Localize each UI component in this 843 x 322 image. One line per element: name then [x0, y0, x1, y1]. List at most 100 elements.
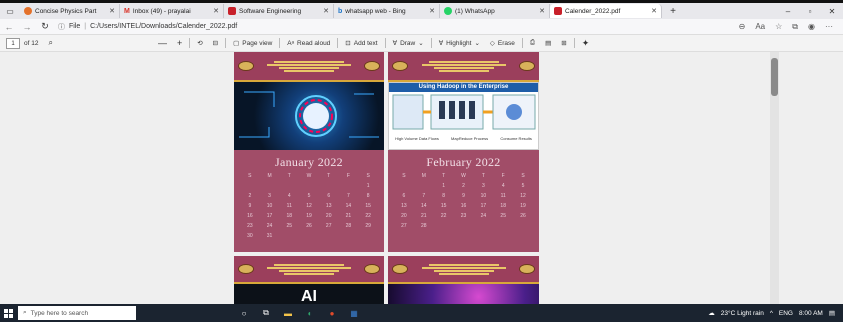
calendar-day	[319, 182, 339, 190]
calendar-day: 26	[520, 213, 526, 219]
save-as-icon[interactable]: ⊞	[556, 39, 571, 47]
tab-whatsapp[interactable]: (1) WhatsApp ✕	[440, 4, 550, 18]
calendar-day: 18	[286, 213, 293, 219]
calendar-day: 19	[520, 203, 526, 209]
weekday-label: M	[421, 173, 426, 179]
calendar-day	[394, 182, 414, 190]
pin-icon[interactable]: ✦	[577, 38, 595, 49]
taskbar-search[interactable]: ⌕ Type here to search	[18, 306, 136, 320]
calendar-day: 2	[248, 193, 252, 199]
highlight-button[interactable]: ∀ Highlight ⌄	[434, 39, 485, 48]
tab-bing-search[interactable]: b whatsapp web - Bing ✕	[334, 4, 440, 18]
file-explorer-icon[interactable]: ▬	[280, 306, 296, 320]
store-icon[interactable]: ▦	[346, 306, 362, 320]
minimize-button[interactable]: –	[777, 7, 799, 16]
ai-image-text: AI	[301, 288, 317, 304]
chevron-up-icon[interactable]: ^	[770, 310, 773, 317]
calendar-day: 25	[500, 213, 506, 219]
page-view-icon: ▢	[233, 40, 240, 47]
calendar-day: 14	[420, 203, 427, 209]
calendar-day: 6	[327, 193, 331, 199]
tab-software-engineering[interactable]: Software Engineering ✕	[224, 4, 334, 18]
page-view-button[interactable]: ▢ Page view	[228, 39, 277, 48]
rotate-icon[interactable]: ⟲	[192, 39, 207, 47]
windows-logo-icon	[3, 308, 13, 318]
notifications-icon[interactable]: ▤	[829, 309, 835, 317]
page-number-input[interactable]: 1	[6, 37, 20, 49]
hadoop-enterprise-image: Using Hadoop in the Enterprise High Volu…	[388, 82, 539, 150]
pdf-toolbar: 1 of 12 ⌕ — + ⟲ ⊟ ▢ Page view Aᵃ Read alou…	[0, 35, 843, 52]
tab-inbox[interactable]: M Inbox (49) - prayalai ✕	[120, 4, 224, 18]
close-icon[interactable]: ✕	[213, 7, 219, 15]
circuit-graphic	[239, 91, 379, 138]
calendar-day: 24	[480, 213, 487, 219]
cortana-icon[interactable]: ○	[236, 306, 252, 320]
page-count: of 12	[24, 39, 39, 47]
calendar-day: 9	[462, 193, 465, 199]
edge-icon[interactable]: ◐	[302, 306, 318, 320]
profile-icon[interactable]: ◉	[808, 22, 815, 32]
read-aloud-button[interactable]: Aᵃ Read aloud	[282, 40, 335, 47]
language-indicator[interactable]: ENG	[779, 310, 793, 317]
close-icon[interactable]: ✕	[109, 7, 115, 15]
windows-taskbar: ⌕ Type here to search ○ ⧉ ▬ ◐ ● ▦ ☁ 23°C…	[0, 304, 843, 322]
calendar-day: 13	[325, 203, 332, 209]
weekday-label: T	[442, 173, 446, 179]
college-logo-icon	[519, 264, 535, 274]
college-logo-icon	[364, 264, 380, 274]
task-view-icon[interactable]: ⧉	[258, 306, 274, 320]
save-icon[interactable]: ▤	[540, 39, 556, 47]
close-icon[interactable]: ✕	[651, 7, 657, 15]
fit-page-icon[interactable]: ⊟	[208, 39, 223, 47]
pdf-icon	[554, 7, 562, 15]
calendar-day: 7	[347, 193, 350, 199]
refresh-icon[interactable]: ↻	[36, 21, 54, 32]
new-tab-button[interactable]: +	[662, 6, 684, 17]
zoom-icon[interactable]: ⊖	[739, 22, 746, 32]
tab-calendar-pdf[interactable]: Calender_2022.pdf ✕	[550, 4, 662, 18]
collections-icon[interactable]: ⧉	[792, 22, 798, 32]
app-icon[interactable]: ●	[324, 306, 340, 320]
forward-arrow-icon[interactable]: →	[18, 22, 36, 32]
pdf-page-february: Using Hadoop in the Enterprise High Volu…	[388, 52, 539, 252]
more-button[interactable]: ···	[825, 22, 833, 32]
tab-concise-physics[interactable]: Concise Physics Part ✕	[20, 4, 120, 18]
close-icon[interactable]: ✕	[539, 7, 545, 15]
favorites-icon[interactable]: ☆	[775, 22, 782, 32]
tab-label: Software Engineering	[239, 7, 302, 15]
address-bar-row: ← → ↻ ⓘ File | C:/Users/INTEL/Downloads/…	[0, 19, 843, 35]
zoom-out-button[interactable]: —	[153, 38, 172, 48]
tab-actions-icon[interactable]: ▭	[0, 4, 20, 18]
calendar-day: 12	[306, 203, 312, 209]
calendar-day: 25	[286, 223, 293, 229]
scrollbar-thumb[interactable]	[771, 58, 778, 96]
college-logo-icon	[364, 61, 380, 71]
calendar-day: 11	[286, 203, 292, 209]
start-button[interactable]	[0, 304, 16, 322]
clock[interactable]: 8:00 AM	[799, 310, 823, 317]
read-mode-icon[interactable]: Aa	[755, 22, 765, 32]
maximize-button[interactable]: ▫	[799, 7, 821, 16]
back-arrow-icon[interactable]: ←	[0, 22, 18, 32]
address-field[interactable]: ⓘ File | C:/Users/INTEL/Downloads/Calend…	[58, 22, 237, 32]
college-header	[234, 52, 384, 82]
weather-text[interactable]: 23°C Light rain	[721, 310, 764, 317]
calendar-day: 28	[420, 223, 427, 229]
print-icon[interactable]: ⎙	[525, 39, 540, 47]
add-text-button[interactable]: ⊡ Add text	[340, 39, 382, 48]
close-icon[interactable]: ✕	[323, 7, 329, 15]
close-icon[interactable]: ✕	[429, 7, 435, 15]
tab-label: Inbox (49) - prayalai	[132, 7, 191, 15]
calendar-day: 15	[440, 203, 447, 209]
search-icon[interactable]: ⌕	[48, 38, 52, 48]
erase-button[interactable]: ◇ Erase	[485, 39, 520, 48]
eraser-icon: ◇	[489, 40, 495, 47]
calendar-day: 1	[442, 183, 446, 189]
draw-button[interactable]: ∀ Draw ⌄	[388, 39, 429, 48]
zoom-in-button[interactable]: +	[172, 38, 187, 48]
calendar-day: 19	[306, 213, 312, 219]
calendar-day: 16	[460, 203, 467, 209]
weather-icon: ☁	[708, 310, 715, 317]
calendar-day: 26	[306, 223, 312, 229]
close-window-button[interactable]: ✕	[821, 7, 843, 16]
